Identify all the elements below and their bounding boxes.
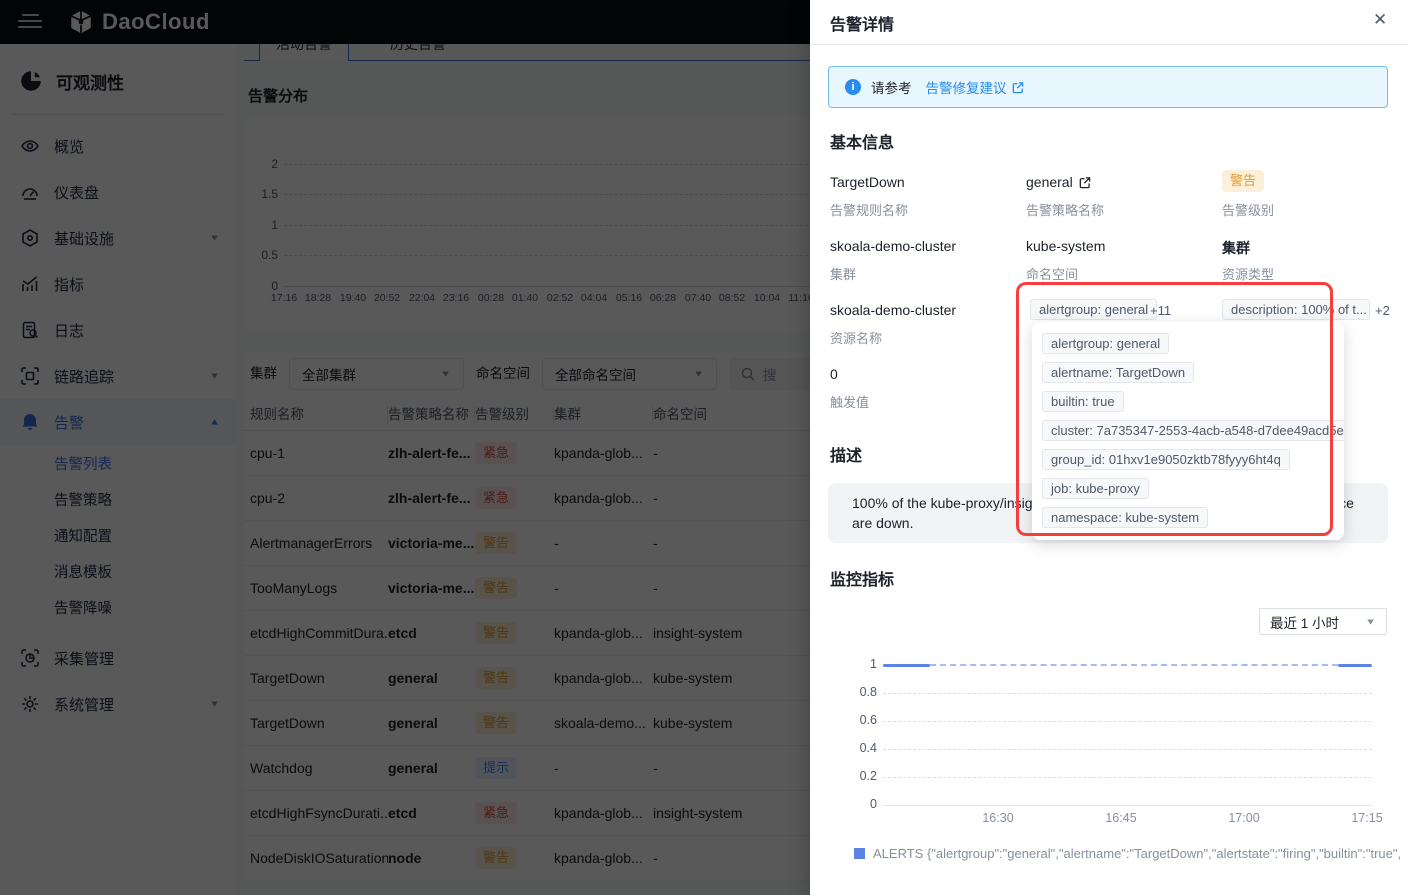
annotations-more-count[interactable]: +2: [1375, 303, 1390, 318]
resource-name-value: skoala-demo-cluster: [830, 302, 956, 318]
time-range-select[interactable]: 最近 1 小时 ▼: [1259, 608, 1387, 635]
label-chip[interactable]: builtin: true: [1042, 391, 1124, 412]
policy-label: 告警策略名称: [1026, 200, 1104, 219]
namespace-label: 命名空间: [1026, 264, 1078, 283]
y-tick: 0: [845, 797, 877, 811]
chart-legend[interactable]: ALERTS {"alertgroup":"general","alertnam…: [854, 846, 1402, 861]
rule-name-label: 告警规则名称: [830, 200, 908, 219]
cluster-label: 集群: [830, 264, 856, 283]
description-title: 描述: [830, 442, 862, 466]
trigger-label: 触发值: [830, 392, 869, 411]
x-tick: 16:45: [1093, 811, 1149, 825]
legend-color-swatch: [854, 848, 865, 859]
chevron-down-icon: ▼: [1365, 617, 1376, 627]
x-axis-baseline: [883, 805, 1372, 806]
policy-link[interactable]: general: [1026, 174, 1091, 190]
gridline: [883, 721, 1372, 722]
alert-level-label: 告警级别: [1222, 200, 1274, 219]
alerts-series-line-dashed: [930, 664, 1338, 666]
label-chip[interactable]: job: kube-proxy: [1042, 478, 1149, 499]
gridline: [883, 693, 1372, 694]
external-link-icon: [1011, 81, 1024, 94]
external-link-icon: [1078, 176, 1091, 189]
annotations-summary-chip[interactable]: description: 100% of t...: [1222, 299, 1370, 320]
label-chip[interactable]: cluster: 7a735347-2553-4acb-a548-d7dee49…: [1042, 420, 1344, 441]
y-tick: 0.4: [845, 741, 877, 755]
banner-prefix: 请参考: [871, 77, 912, 97]
resource-type-label: 资源类型: [1222, 264, 1274, 283]
alert-level-badge: 警告: [1222, 170, 1264, 192]
legend-series-label: ALERTS {"alertgroup":"general","alertnam…: [873, 846, 1401, 861]
modal-dim-overlay[interactable]: [0, 0, 810, 895]
y-tick: 0.6: [845, 713, 877, 727]
x-tick: 16:30: [970, 811, 1026, 825]
x-tick: 17:15: [1339, 811, 1395, 825]
cluster-value: skoala-demo-cluster: [830, 238, 956, 254]
gridline: [883, 777, 1372, 778]
time-range-value: 最近 1 小时: [1270, 612, 1339, 632]
fix-suggestion-link[interactable]: 告警修复建议: [926, 77, 1024, 97]
metrics-title: 监控指标: [830, 566, 894, 590]
label-chip[interactable]: namespace: kube-system: [1042, 507, 1208, 528]
y-tick: 0.8: [845, 685, 877, 699]
drawer-title: 告警详情: [830, 11, 894, 35]
resource-type-value: 集群: [1222, 238, 1250, 258]
trigger-value: 0: [830, 366, 838, 382]
namespace-value: kube-system: [1026, 238, 1105, 254]
alert-detail-drawer: 告警详情 ✕ i 请参考 告警修复建议 基本信息 TargetDown 告警规则…: [810, 0, 1408, 895]
x-tick: 17:00: [1216, 811, 1272, 825]
labels-more-count[interactable]: +11: [1150, 303, 1171, 318]
y-tick: 1: [845, 657, 877, 671]
labels-popup: alertgroup: general alertname: TargetDow…: [1032, 322, 1344, 540]
alerts-series-line: [1338, 664, 1372, 667]
label-chip[interactable]: alertgroup: general: [1042, 333, 1169, 354]
alerts-series-line: [883, 664, 930, 667]
app-root: 活动告警 历史告警 告警分布 2 1.5 1 0.5 0 17:16 18:28…: [0, 0, 1408, 895]
gridline: [883, 749, 1372, 750]
rule-name-value: TargetDown: [830, 174, 905, 190]
resource-name-label: 资源名称: [830, 328, 882, 347]
divider: [810, 44, 1408, 45]
labels-summary-chip[interactable]: alertgroup: general: [1030, 299, 1157, 320]
label-chip[interactable]: group_id: 01hxv1e9050zktb78fyyy6ht4q: [1042, 449, 1290, 470]
info-icon: i: [845, 79, 861, 95]
close-icon[interactable]: ✕: [1373, 10, 1387, 30]
basic-info-title: 基本信息: [830, 129, 894, 153]
fix-suggestion-banner: i 请参考 告警修复建议: [828, 66, 1388, 108]
label-chip[interactable]: alertname: TargetDown: [1042, 362, 1194, 383]
y-tick: 0.2: [845, 769, 877, 783]
